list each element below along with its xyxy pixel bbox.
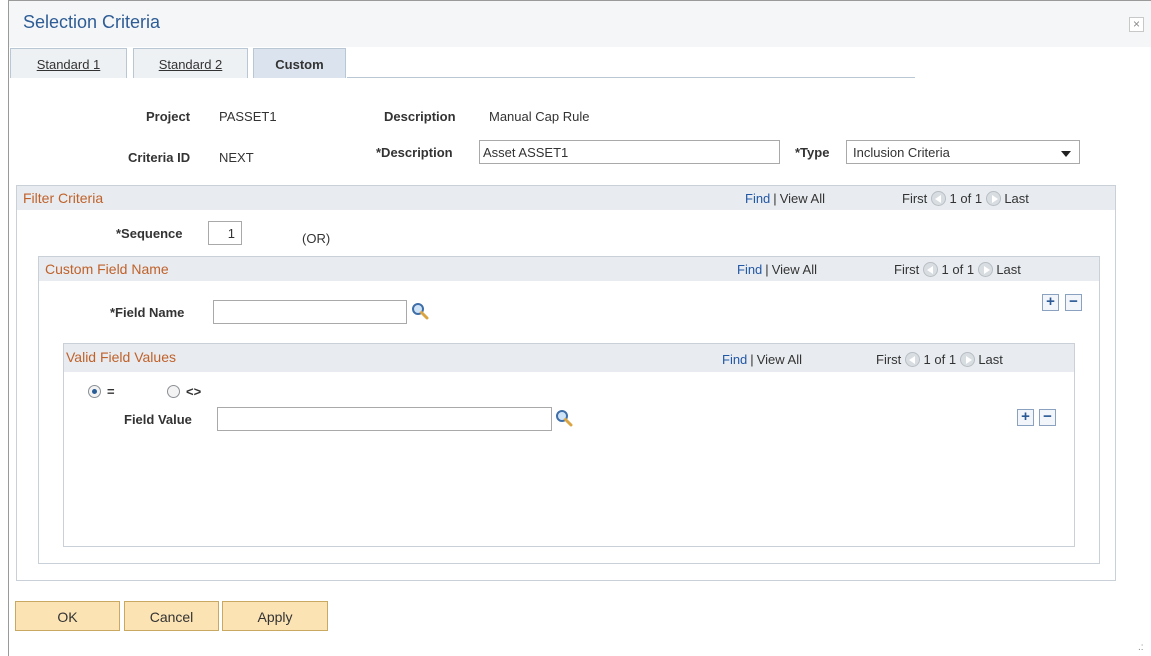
criteria-id-value: NEXT: [219, 150, 254, 165]
dialog-title-bar: Selection Criteria ×: [9, 1, 1151, 47]
description-field[interactable]: [479, 140, 780, 164]
view-all-link[interactable]: View All: [772, 262, 817, 277]
tab-standard-1[interactable]: Standard 1: [10, 48, 127, 78]
resize-grip-icon[interactable]: .:: [1138, 642, 1144, 653]
tab-underline: [347, 77, 915, 78]
add-row-button[interactable]: +: [1042, 294, 1059, 311]
field-value-label: Field Value: [124, 412, 192, 427]
filter-criteria-title: Filter Criteria: [23, 190, 104, 206]
sequence-field[interactable]: [208, 221, 242, 245]
row-count: 1 of 1: [949, 191, 983, 206]
apply-button[interactable]: Apply: [222, 601, 328, 631]
add-value-button[interactable]: +: [1017, 409, 1034, 426]
next-arrow-icon[interactable]: [985, 191, 1001, 206]
or-label: (OR): [302, 231, 331, 246]
custom-field-name-pager: First 1 of 1 Last: [894, 262, 1021, 277]
description-field-label: *Description: [376, 145, 453, 160]
valid-field-values-header: Valid Field Values Find | View All First 1…: [64, 344, 1074, 372]
custom-field-name-header: Custom Field Name Find | View All First 1 …: [39, 257, 1099, 281]
description-value: Manual Cap Rule: [489, 109, 590, 124]
first-label: First: [894, 262, 920, 277]
magnifier-icon[interactable]: [411, 302, 429, 320]
field-value-input[interactable]: [217, 407, 552, 431]
valid-field-values-group: Valid Field Values Find | View All First 1…: [63, 343, 1075, 547]
dialog-title: Selection Criteria: [23, 12, 161, 32]
view-all-link[interactable]: View All: [757, 352, 802, 367]
last-label: Last: [978, 352, 1003, 367]
view-all-link[interactable]: View All: [780, 191, 825, 206]
magnifier-icon[interactable]: [555, 409, 573, 427]
custom-field-name-title: Custom Field Name: [45, 261, 169, 277]
ok-button[interactable]: OK: [15, 601, 120, 631]
sequence-label: *Sequence: [116, 226, 183, 241]
last-label: Last: [996, 262, 1021, 277]
tab-custom[interactable]: Custom: [253, 48, 346, 78]
description-label: Description: [384, 109, 456, 124]
prev-arrow-icon[interactable]: [930, 191, 946, 206]
type-select[interactable]: Inclusion Criteria: [846, 140, 1080, 164]
next-arrow-icon[interactable]: [977, 262, 993, 277]
radio-equal[interactable]: [88, 385, 101, 398]
tab-standard-2[interactable]: Standard 2: [133, 48, 248, 78]
delete-row-button[interactable]: −: [1065, 294, 1082, 311]
prev-arrow-icon[interactable]: [922, 262, 938, 277]
project-label: Project: [146, 109, 191, 124]
valid-field-values-title: Valid Field Values: [66, 349, 176, 365]
filter-criteria-pager: First 1 of 1 Last: [902, 191, 1029, 206]
valid-field-values-pager: First 1 of 1 Last: [876, 352, 1003, 367]
filter-criteria-header: Filter Criteria Find | View All First 1 of…: [17, 186, 1115, 210]
radio-equal-label: =: [107, 384, 115, 399]
type-select-value: Inclusion Criteria: [853, 145, 950, 160]
row-count: 1 of 1: [941, 262, 975, 277]
field-name-label: *Field Name: [110, 305, 185, 320]
last-label: Last: [1004, 191, 1029, 206]
cancel-button[interactable]: Cancel: [124, 601, 219, 631]
radio-not-equal[interactable]: [167, 385, 180, 398]
criteria-id-label: Criteria ID: [128, 150, 191, 165]
project-value: PASSET1: [219, 109, 277, 124]
find-link[interactable]: Find: [745, 191, 770, 206]
find-link[interactable]: Find: [737, 262, 762, 277]
custom-field-name-nav: Find | View All: [737, 262, 817, 277]
valid-field-values-nav: Find | View All: [722, 352, 802, 367]
chevron-down-icon: [1061, 151, 1071, 157]
row-count: 1 of 1: [923, 352, 957, 367]
first-label: First: [902, 191, 928, 206]
type-label: *Type: [795, 145, 830, 160]
prev-arrow-icon[interactable]: [904, 352, 920, 367]
delete-value-button[interactable]: −: [1039, 409, 1056, 426]
find-link[interactable]: Find: [722, 352, 747, 367]
next-arrow-icon[interactable]: [959, 352, 975, 367]
field-name-input[interactable]: [213, 300, 407, 324]
radio-not-equal-label: <>: [186, 384, 202, 399]
filter-criteria-nav: Find | View All: [745, 191, 825, 206]
close-button[interactable]: ×: [1129, 17, 1144, 32]
first-label: First: [876, 352, 902, 367]
